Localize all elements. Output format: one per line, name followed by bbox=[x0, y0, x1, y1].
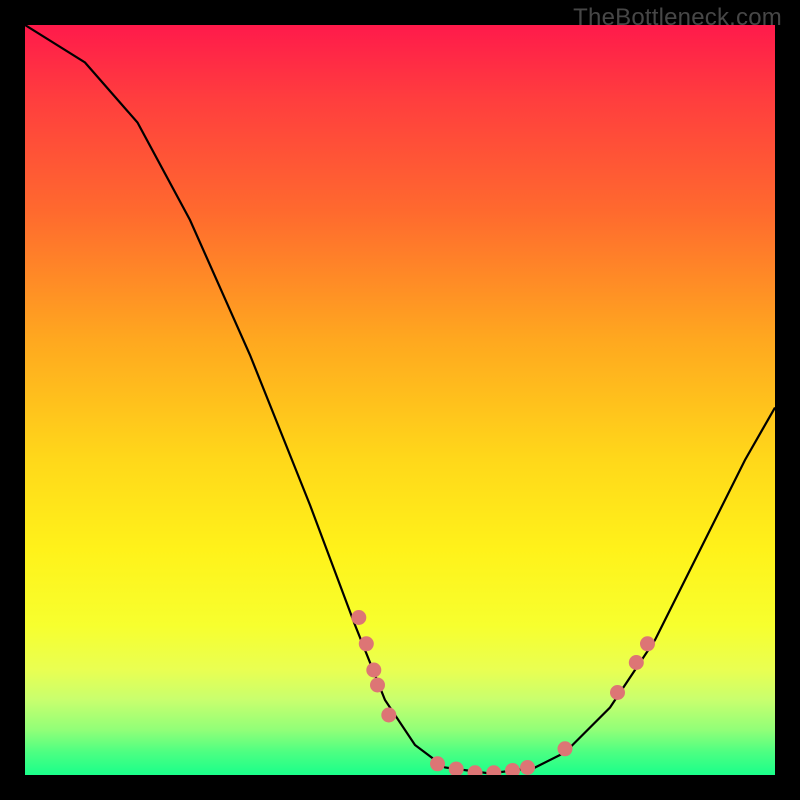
marker-dot bbox=[351, 610, 366, 625]
marker-dot bbox=[486, 765, 501, 775]
marker-dot bbox=[640, 636, 655, 651]
marker-dot bbox=[359, 636, 374, 651]
chart-frame: TheBottleneck.com bbox=[0, 0, 800, 800]
bottleneck-curve bbox=[25, 25, 775, 774]
marker-dot bbox=[430, 756, 445, 771]
curve-layer bbox=[25, 25, 775, 775]
marker-dot bbox=[370, 678, 385, 693]
marker-dot bbox=[468, 765, 483, 775]
curve-markers bbox=[351, 610, 655, 775]
marker-dot bbox=[558, 741, 573, 756]
plot-area bbox=[25, 25, 775, 775]
marker-dot bbox=[449, 762, 464, 776]
marker-dot bbox=[610, 685, 625, 700]
marker-dot bbox=[366, 663, 381, 678]
marker-dot bbox=[381, 708, 396, 723]
marker-dot bbox=[520, 760, 535, 775]
marker-dot bbox=[629, 655, 644, 670]
marker-dot bbox=[505, 763, 520, 775]
watermark-text: TheBottleneck.com bbox=[573, 4, 782, 32]
